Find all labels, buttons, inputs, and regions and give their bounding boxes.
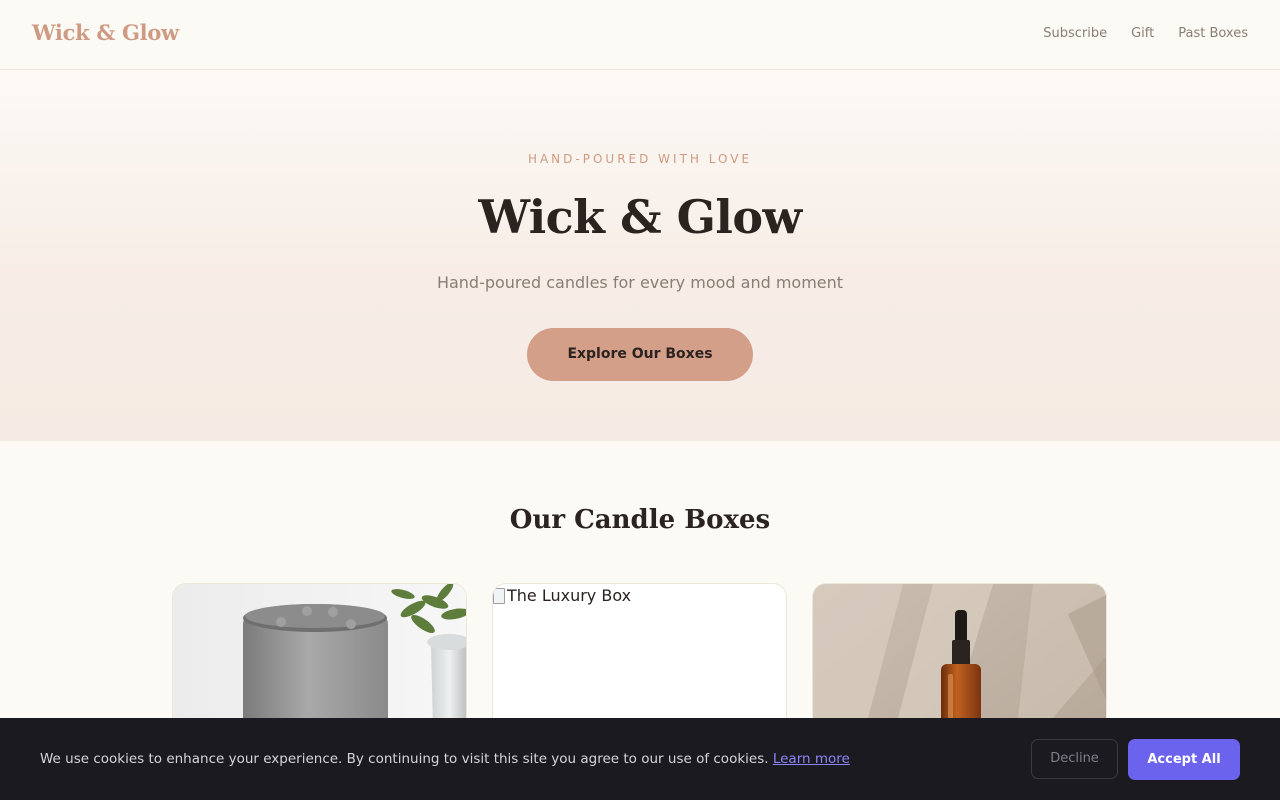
learn-more-link[interactable]: Learn more (773, 751, 850, 767)
main-nav: Subscribe Gift Past Boxes (1043, 26, 1248, 41)
broken-image-icon (493, 587, 505, 604)
hero-section: HAND-POURED WITH LOVE Wick & Glow Hand-p… (0, 70, 1280, 441)
explore-boxes-button[interactable]: Explore Our Boxes (527, 328, 753, 381)
luxury-box-image-alt: The Luxury Box (507, 586, 632, 605)
cookie-banner: We use cookies to enhance your experienc… (0, 718, 1280, 800)
decline-button[interactable]: Decline (1031, 739, 1118, 779)
site-header: Wick & Glow Subscribe Gift Past Boxes (0, 0, 1280, 70)
hero-eyebrow: HAND-POURED WITH LOVE (527, 152, 753, 166)
section-title: Our Candle Boxes (509, 505, 771, 535)
cookie-message: We use cookies to enhance your experienc… (40, 751, 850, 767)
hero-title: Wick & Glow (478, 190, 802, 244)
cookie-message-text: We use cookies to enhance your experienc… (40, 751, 769, 767)
nav-subscribe[interactable]: Subscribe (1043, 26, 1107, 41)
logo[interactable]: Wick & Glow (32, 20, 179, 45)
accept-all-button[interactable]: Accept All (1128, 739, 1240, 780)
nav-past-boxes[interactable]: Past Boxes (1178, 26, 1248, 41)
nav-gift[interactable]: Gift (1131, 26, 1154, 41)
hero-subtitle: Hand-poured candles for every mood and m… (436, 273, 844, 292)
broken-image: The Luxury Box (493, 586, 631, 605)
